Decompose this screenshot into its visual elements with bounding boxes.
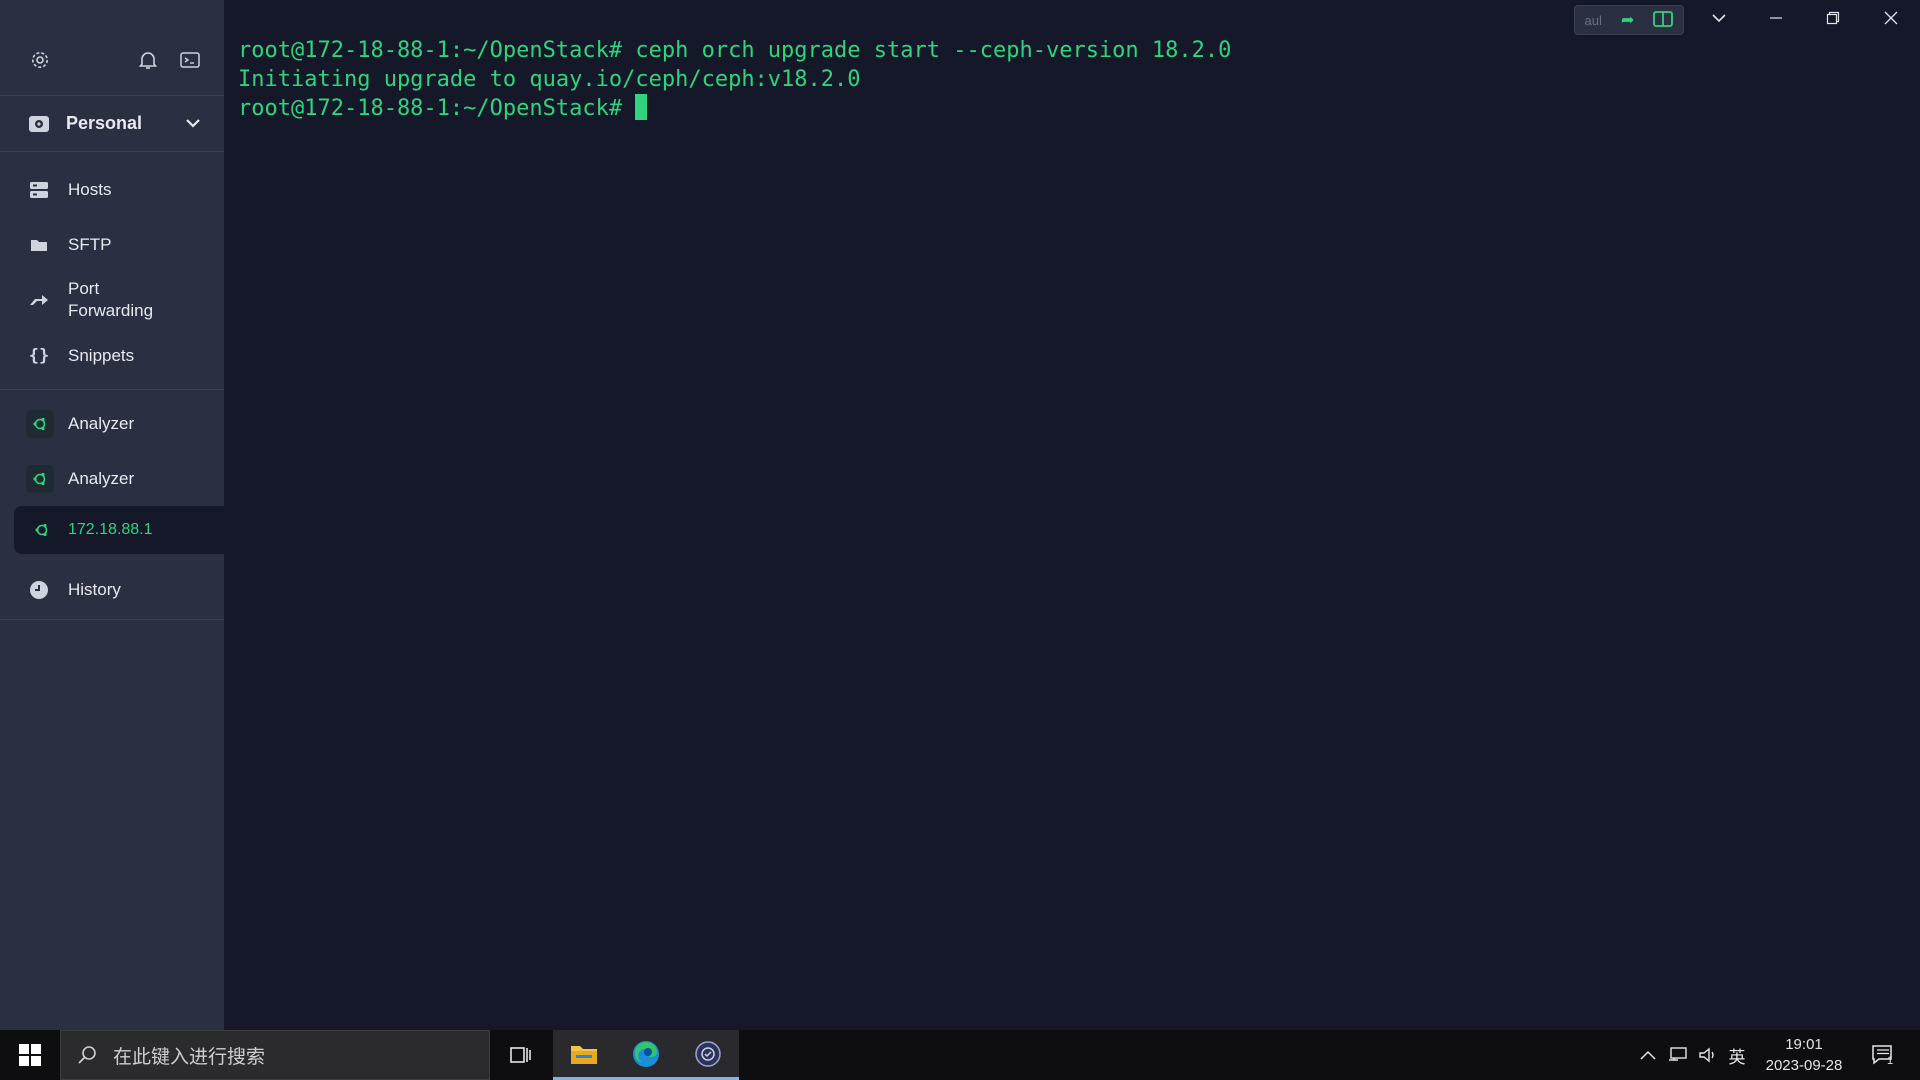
- input-method-indicator[interactable]: 英: [1724, 1030, 1750, 1080]
- divider: [0, 389, 224, 390]
- linux-host-icon: [26, 464, 54, 493]
- sidebar-nav: Hosts SFTP Port Forwarding {} Snippets: [0, 152, 224, 383]
- bell-icon[interactable]: [136, 48, 160, 72]
- taskbar-search-box[interactable]: 在此键入进行搜索: [60, 1030, 490, 1080]
- sidebar-item-port-forwarding[interactable]: Port Forwarding: [0, 272, 224, 328]
- terminal-toolbar: aul ➦: [1574, 5, 1684, 35]
- tabs-dropdown-chevron-icon[interactable]: [1707, 6, 1731, 30]
- sidebar-item-snippets[interactable]: {} Snippets: [0, 328, 224, 383]
- folder-icon: [28, 234, 50, 256]
- notification-count-badge: 1: [1886, 1055, 1894, 1067]
- terminal-icon[interactable]: [178, 48, 202, 72]
- terminal-line: root@172-18-88-1:~/OpenStack# ceph orch …: [238, 38, 1232, 63]
- autocomplete-toggle[interactable]: aul: [1585, 13, 1602, 28]
- linux-host-icon: [26, 409, 54, 438]
- terminal-cursor: [635, 94, 648, 120]
- host-tab-label: Analyzer: [68, 468, 135, 488]
- close-icon[interactable]: [1879, 6, 1903, 30]
- network-icon[interactable]: [1665, 1030, 1691, 1080]
- vault-selector[interactable]: Personal: [0, 96, 224, 152]
- termius-app-icon[interactable]: [677, 1030, 739, 1080]
- split-view-icon[interactable]: [1653, 10, 1674, 30]
- port-forwarding-icon: [28, 289, 50, 311]
- search-placeholder: 在此键入进行搜索: [113, 1046, 266, 1068]
- sidebar-top-bar: [0, 0, 224, 96]
- search-icon: [78, 1046, 96, 1064]
- sidebar: Personal Hosts SFTP Port Forwarding {} S…: [0, 0, 224, 1030]
- sidebar-item-label: History: [68, 579, 121, 599]
- share-arrow-icon[interactable]: ➦: [1621, 10, 1634, 30]
- terminal-output[interactable]: root@172-18-88-1:~/OpenStack# ceph orch …: [224, 0, 1920, 1030]
- sidebar-item-sftp[interactable]: SFTP: [0, 217, 224, 272]
- sidebar-item-label: Port Forwarding: [68, 279, 154, 320]
- system-clock[interactable]: 19:01 2023-09-28: [1756, 1034, 1852, 1076]
- terminal-prompt: root@172-18-88-1:~/OpenStack#: [238, 96, 636, 121]
- sidebar-item-history[interactable]: History: [0, 560, 224, 620]
- terminal-line: Initiating upgrade to quay.io/ceph/ceph:…: [238, 67, 861, 92]
- host-tab-label: 172.18.88.1: [68, 521, 153, 538]
- hosts-icon: [28, 179, 50, 201]
- clock-date: 2023-09-28: [1765, 1057, 1843, 1074]
- windows-start-icon[interactable]: [0, 1030, 60, 1080]
- host-tab-analyzer-2[interactable]: Analyzer: [0, 451, 224, 506]
- vault-label: Personal: [66, 113, 143, 133]
- sidebar-item-label: SFTP: [68, 234, 112, 254]
- task-view-icon[interactable]: [490, 1030, 552, 1080]
- host-tab-active[interactable]: 172.18.88.1: [14, 506, 224, 554]
- file-explorer-icon[interactable]: [553, 1030, 615, 1080]
- host-tab-analyzer-1[interactable]: Analyzer: [0, 396, 224, 451]
- vault-icon: [29, 115, 49, 132]
- host-tab-label: Analyzer: [68, 413, 135, 433]
- restore-icon[interactable]: [1821, 6, 1845, 30]
- volume-icon[interactable]: [1695, 1030, 1721, 1080]
- action-center-notification-icon[interactable]: 1: [1864, 1030, 1900, 1080]
- linux-host-icon: [30, 518, 54, 542]
- minimize-icon[interactable]: [1764, 6, 1788, 30]
- sidebar-item-label: Hosts: [68, 179, 112, 199]
- terminal-prompt-line: root@172-18-88-1:~/OpenStack#: [238, 94, 1920, 123]
- show-hidden-icons-chevron-up-icon[interactable]: [1636, 1030, 1660, 1080]
- chevron-down-icon[interactable]: [184, 114, 202, 132]
- edge-browser-icon[interactable]: [615, 1030, 677, 1080]
- sidebar-item-hosts[interactable]: Hosts: [0, 162, 224, 217]
- clock-icon: [30, 580, 48, 599]
- taskbar: 在此键入进行搜索 英 19:01 2023-09-28 1: [0, 1030, 1920, 1080]
- sidebar-item-label: Snippets: [68, 345, 135, 365]
- settings-gear-icon[interactable]: [28, 48, 52, 72]
- clock-time: 19:01: [1785, 1036, 1823, 1053]
- braces-icon: {}: [28, 345, 50, 366]
